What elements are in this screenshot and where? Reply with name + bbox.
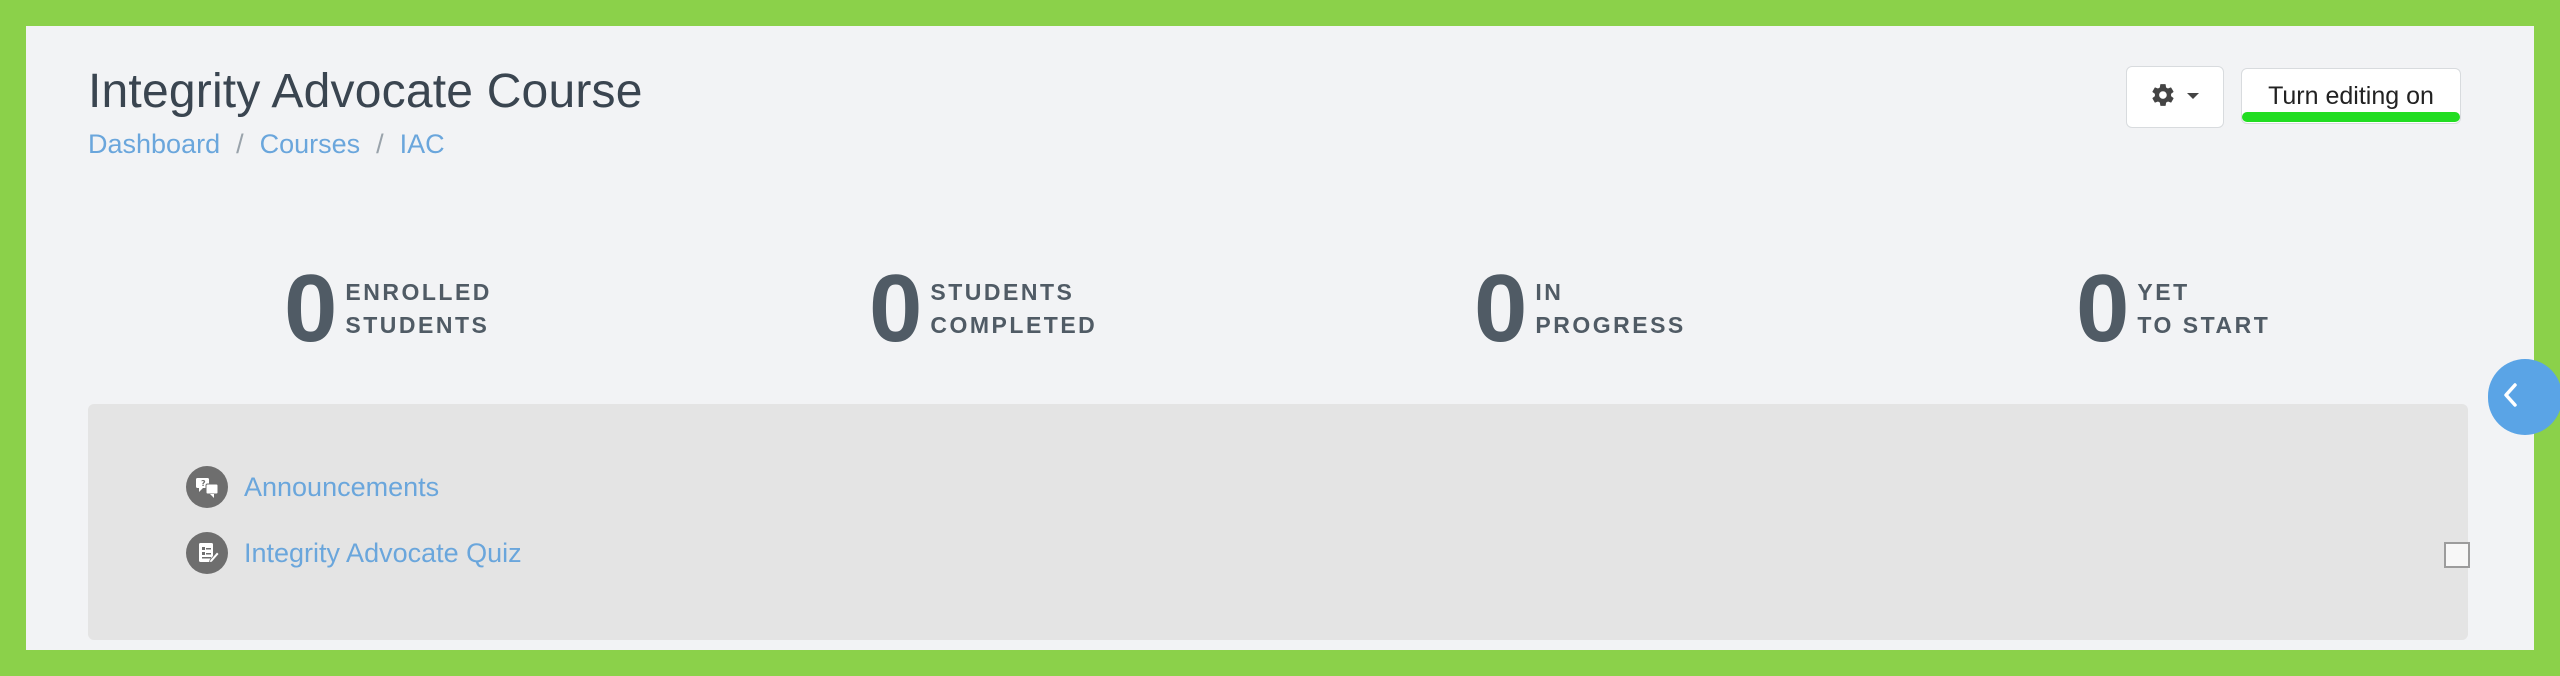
stat-value: 0 xyxy=(2076,255,2130,362)
stat-label: IN PROGRESS xyxy=(1535,276,1685,342)
breadcrumb-dashboard[interactable]: Dashboard xyxy=(88,129,220,160)
stat-in-progress: 0 IN PROGRESS xyxy=(1474,261,1686,357)
stat-students-completed: 0 STUDENTS COMPLETED xyxy=(869,261,1097,357)
stat-label-line: COMPLETED xyxy=(930,312,1098,338)
course-settings-button[interactable] xyxy=(2126,66,2224,128)
activity-link[interactable]: Announcements xyxy=(244,472,439,503)
breadcrumb-separator: / xyxy=(376,129,384,159)
stat-label-line: ENROLLED xyxy=(345,279,492,305)
activity-link[interactable]: Integrity Advocate Quiz xyxy=(244,538,522,569)
quiz-icon xyxy=(186,532,228,574)
stat-enrolled-students: 0 ENROLLED STUDENTS xyxy=(284,261,492,357)
stat-label-line: TO START xyxy=(2137,312,2271,338)
open-drawer-button[interactable] xyxy=(2488,359,2560,435)
stat-label-line: STUDENTS xyxy=(345,312,490,338)
gear-icon xyxy=(2150,82,2176,113)
breadcrumb-separator: / xyxy=(236,129,244,159)
chevron-left-icon xyxy=(2498,380,2524,415)
stat-label: STUDENTS COMPLETED xyxy=(930,276,1097,342)
stat-label-line: IN xyxy=(1535,279,1564,305)
breadcrumb-courses[interactable]: Courses xyxy=(260,129,361,160)
breadcrumb-iac[interactable]: IAC xyxy=(400,129,445,160)
course-section: ? Announcements Integrity Advocate Quiz xyxy=(88,404,2470,640)
svg-text:?: ? xyxy=(201,479,206,488)
caret-down-icon xyxy=(2186,88,2200,106)
stat-label-line: STUDENTS xyxy=(930,279,1075,305)
stat-yet-to-start: 0 YET TO START xyxy=(2076,261,2270,357)
stat-label: YET TO START xyxy=(2137,276,2270,342)
stat-label: ENROLLED STUDENTS xyxy=(345,276,492,342)
forum-icon: ? xyxy=(186,466,228,508)
stat-label-line: PROGRESS xyxy=(1535,312,1686,338)
highlight-underline xyxy=(2242,112,2460,122)
stat-value: 0 xyxy=(1474,255,1528,362)
activity-integrity-advocate-quiz[interactable]: Integrity Advocate Quiz xyxy=(186,532,522,574)
stat-label-line: YET xyxy=(2137,279,2190,305)
stat-value: 0 xyxy=(284,255,338,362)
activity-announcements[interactable]: ? Announcements xyxy=(186,466,439,508)
page-title: Integrity Advocate Course xyxy=(88,65,643,118)
breadcrumb: Dashboard / Courses / IAC xyxy=(88,129,445,160)
course-stats: 0 ENROLLED STUDENTS 0 STUDENTS COMPLETED… xyxy=(26,261,2534,371)
page-frame: Integrity Advocate Course Dashboard / Co… xyxy=(26,26,2534,650)
completion-checkbox[interactable] xyxy=(2444,542,2470,568)
stat-value: 0 xyxy=(869,255,923,362)
